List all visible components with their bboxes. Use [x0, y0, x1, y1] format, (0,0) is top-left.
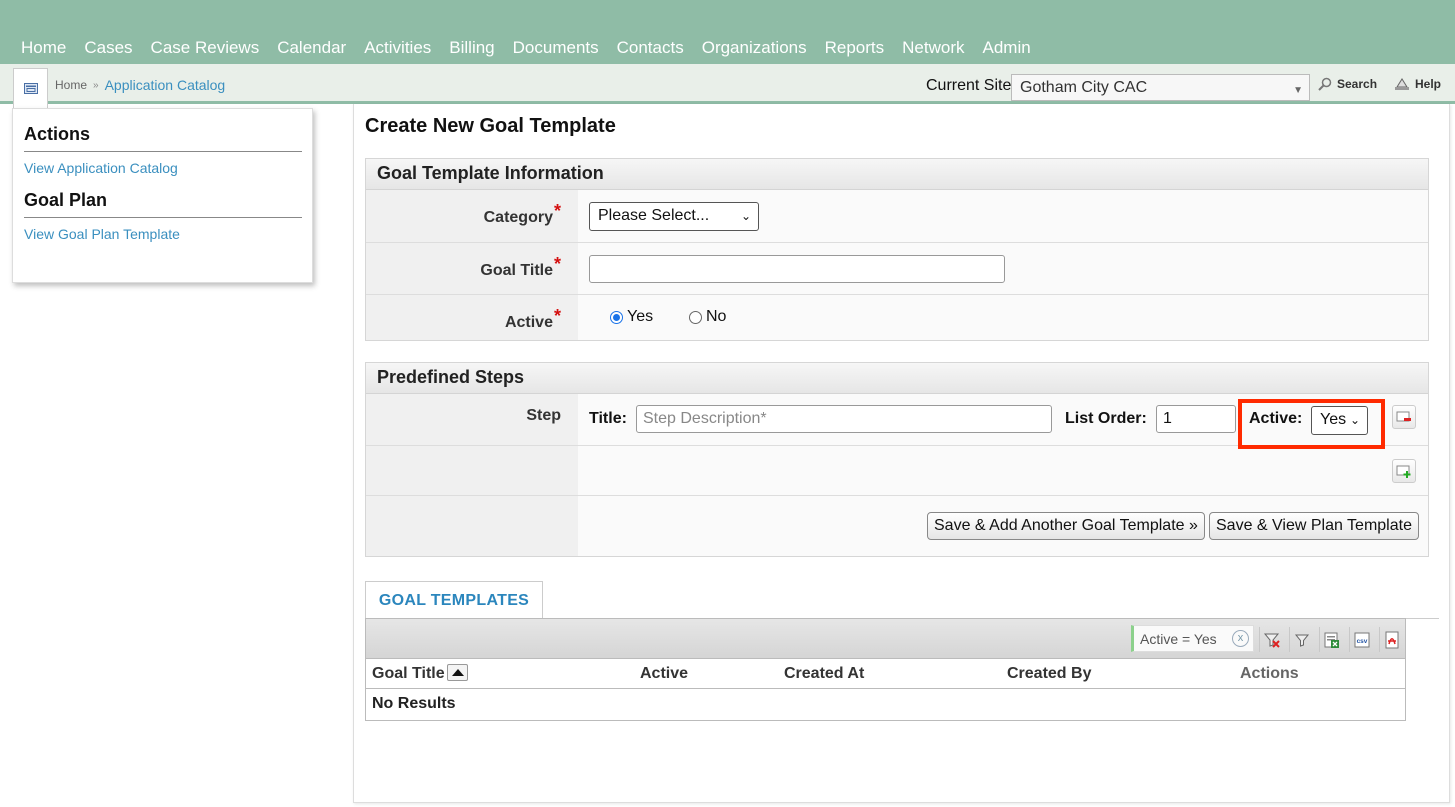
help-label: Help	[1415, 77, 1442, 91]
predefined-steps-section: Predefined Steps Step Title: Step Descri…	[365, 362, 1429, 557]
no-results-text: No Results	[372, 695, 456, 712]
top-navigation: Home Cases Case Reviews Calendar Activities B…	[0, 0, 1455, 64]
help-link[interactable]: Help	[1394, 77, 1441, 91]
goal-title-input[interactable]	[589, 255, 1005, 283]
clear-filter-icon	[1263, 633, 1280, 648]
breadcrumb-home[interactable]: Home	[55, 78, 87, 92]
col-actions: Actions	[1240, 665, 1299, 682]
nav-item-cases[interactable]: Cases	[75, 38, 141, 58]
active-row: Active* Yes No	[366, 295, 1428, 340]
active-label: Active*	[366, 295, 578, 340]
breadcrumb: Home » Application Catalog	[55, 77, 225, 93]
nav-item-network[interactable]: Network	[893, 38, 973, 58]
radio-unselected-icon	[689, 310, 702, 324]
required-marker: *	[553, 306, 561, 326]
excel-icon	[1324, 632, 1339, 648]
nav-item-admin[interactable]: Admin	[974, 38, 1040, 58]
nav-item-contacts[interactable]: Contacts	[608, 38, 693, 58]
chevron-down-icon: ⌄	[740, 209, 751, 223]
col-created-by[interactable]: Created By	[1007, 665, 1091, 683]
search-icon	[1318, 77, 1332, 91]
save-view-plan-button[interactable]: Save & View Plan Template	[1209, 512, 1419, 540]
highlight-box	[1238, 399, 1385, 449]
category-label: Category*	[366, 190, 578, 242]
filter-button[interactable]	[1289, 627, 1314, 652]
search-label: Search	[1337, 77, 1378, 91]
col-active[interactable]: Active	[640, 665, 688, 683]
page-title: Create New Goal Template	[365, 115, 616, 137]
category-row: Category* Please Select... ⌄	[366, 190, 1428, 243]
col-created-at[interactable]: Created At	[784, 665, 864, 683]
nav-item-calendar[interactable]: Calendar	[268, 38, 355, 58]
goal-title-label: Goal Title*	[366, 243, 578, 294]
csv-icon: csv	[1354, 632, 1370, 647]
clear-filters-button[interactable]	[1259, 627, 1284, 652]
search-link[interactable]: Search	[1318, 77, 1377, 91]
app-catalog-icon[interactable]	[13, 68, 48, 112]
filter-chip[interactable]: Active = Yes x	[1131, 625, 1254, 652]
active-yes-radio[interactable]: Yes	[610, 308, 653, 326]
category-select[interactable]: Please Select... ⌄	[589, 202, 759, 231]
actions-row: Save & Add Another Goal Template » Save …	[366, 496, 1428, 556]
filter-icon	[1294, 634, 1310, 647]
section-heading: Predefined Steps	[366, 363, 1428, 394]
nav-item-home[interactable]: Home	[12, 38, 75, 58]
sidebar-heading-goal-plan: Goal Plan	[24, 190, 302, 218]
grid-body: No Results	[365, 689, 1406, 721]
chevron-down-icon: ▼	[1293, 85, 1303, 96]
active-no-radio[interactable]: No	[689, 308, 726, 326]
export-excel-button[interactable]	[1319, 627, 1344, 652]
add-step-button[interactable]	[1392, 459, 1416, 483]
nav-item-organizations[interactable]: Organizations	[693, 38, 816, 58]
sort-ascending-icon[interactable]	[446, 664, 468, 682]
save-add-another-button[interactable]: Save & Add Another Goal Template »	[927, 512, 1205, 540]
view-application-catalog-link[interactable]: View Application Catalog	[24, 160, 302, 176]
nav-item-billing[interactable]: Billing	[440, 38, 503, 58]
goal-template-info-section: Goal Template Information Category* Plea…	[365, 158, 1429, 341]
view-goal-plan-template-link[interactable]: View Goal Plan Template	[24, 226, 302, 242]
step-title-label: Title:	[589, 410, 627, 427]
filter-chip-label: Active = Yes	[1140, 631, 1217, 647]
current-site-select[interactable]: Gotham City CAC ▼	[1011, 74, 1310, 101]
add-step-row	[366, 446, 1428, 496]
sidebar-panel: Actions View Application Catalog Goal Pl…	[12, 108, 313, 283]
close-icon[interactable]: x	[1232, 630, 1249, 647]
export-pdf-button[interactable]	[1379, 627, 1404, 652]
nav-item-documents[interactable]: Documents	[504, 38, 608, 58]
pdf-icon	[1385, 631, 1399, 648]
breadcrumb-separator: »	[93, 79, 99, 91]
export-csv-button[interactable]: csv	[1349, 627, 1374, 652]
csv-icon-label: csv	[1357, 638, 1368, 645]
help-icon	[1395, 77, 1409, 90]
list-order-label: List Order:	[1065, 410, 1147, 427]
nav-item-case-reviews[interactable]: Case Reviews	[142, 38, 269, 58]
current-site-value: Gotham City CAC	[1020, 79, 1148, 96]
step-description-input[interactable]: Step Description*	[636, 405, 1052, 433]
tab-goal-templates[interactable]: GOAL TEMPLATES	[365, 581, 543, 619]
add-step-icon	[1396, 465, 1411, 478]
main-content: Create New Goal Template Goal Template I…	[353, 104, 1450, 803]
required-marker: *	[553, 254, 561, 274]
nav-item-reports[interactable]: Reports	[816, 38, 894, 58]
current-site-label: Current Site	[926, 77, 1012, 94]
remove-step-button[interactable]	[1392, 405, 1416, 429]
sidebar-heading-actions: Actions	[24, 124, 302, 152]
goal-title-row: Goal Title*	[366, 243, 1428, 295]
required-marker: *	[553, 201, 561, 221]
radio-selected-icon	[610, 310, 623, 324]
remove-step-icon	[1396, 411, 1411, 422]
nav-menu: Home Cases Case Reviews Calendar Activities B…	[12, 38, 1040, 58]
grid-toolbar: Active = Yes x csv	[365, 618, 1406, 659]
breadcrumb-current[interactable]: Application Catalog	[105, 77, 226, 93]
step-label: Step	[366, 394, 578, 445]
section-heading: Goal Template Information	[366, 159, 1428, 190]
breadcrumb-bar: Home » Application Catalog Current Site …	[0, 64, 1455, 112]
col-goal-title[interactable]: Goal Title	[372, 664, 468, 683]
grid-header: Goal Title Active Created At Created By …	[365, 659, 1406, 689]
list-order-input[interactable]: 1	[1156, 405, 1236, 433]
nav-item-activities[interactable]: Activities	[355, 38, 440, 58]
